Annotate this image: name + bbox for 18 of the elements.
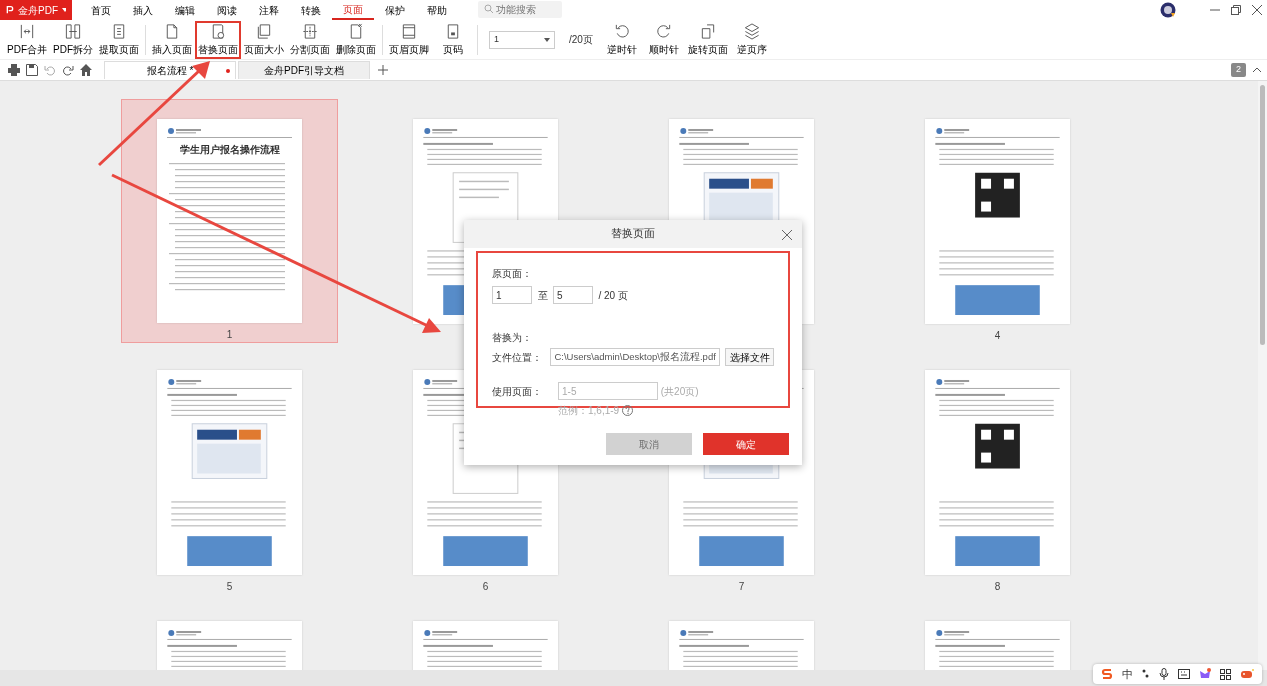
page-number: 1 xyxy=(226,328,233,342)
page-total: /20页 xyxy=(569,33,593,47)
page-number: 5 xyxy=(226,580,233,594)
page-total: / 20 页 xyxy=(598,288,628,303)
page-number: 8 xyxy=(994,580,1001,594)
field-label: 替换为： xyxy=(492,332,532,344)
page-number: 6 xyxy=(482,580,489,594)
example-hint: 范例：1,6,1-9 xyxy=(558,404,620,418)
field-label: 原页面： xyxy=(492,267,532,279)
page-title: 学生用户报名操作流程 xyxy=(178,143,281,157)
page-count-text: (共20页) xyxy=(660,384,699,399)
dialog-title: 替换页面 xyxy=(611,226,655,242)
range-separator: 至 xyxy=(537,288,548,303)
page-number: 4 xyxy=(994,329,1001,343)
page-number: 7 xyxy=(738,580,745,594)
page-count-badge: 2 xyxy=(1231,63,1246,77)
field-label: 文件位置： xyxy=(492,350,543,365)
field-label: 使用页面： xyxy=(492,384,543,399)
